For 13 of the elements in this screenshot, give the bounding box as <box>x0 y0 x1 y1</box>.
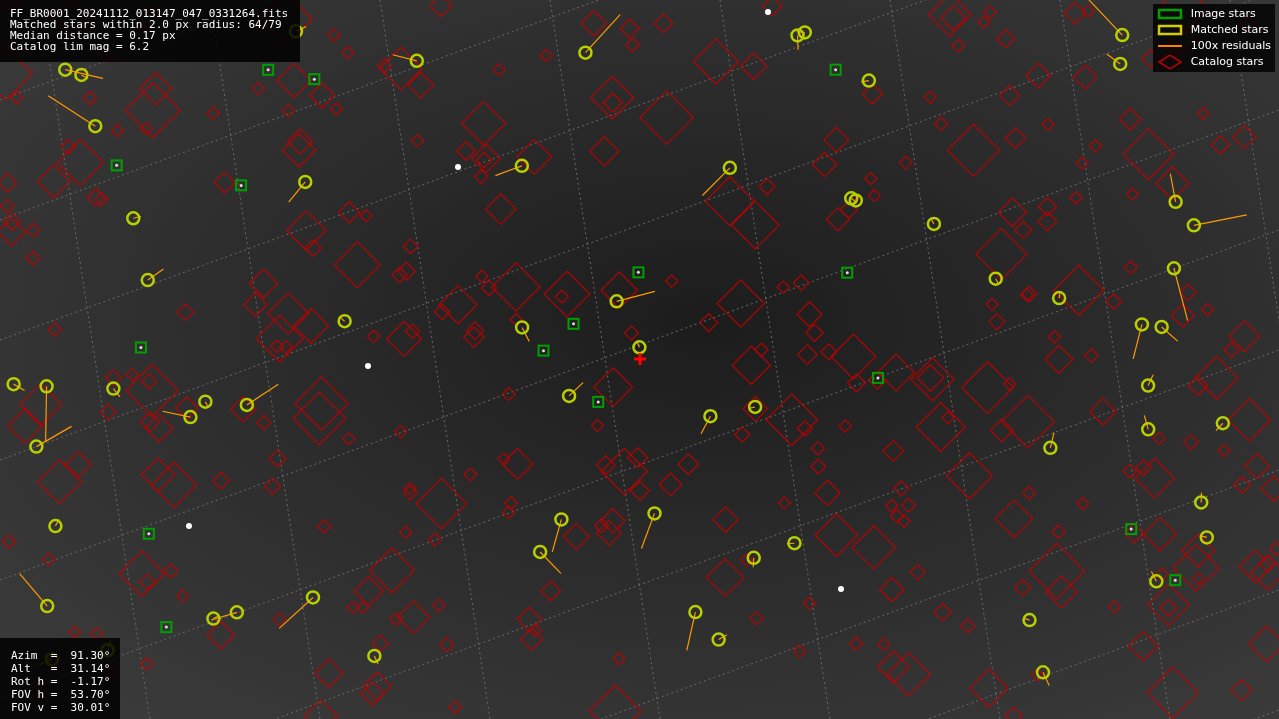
pointing-line: FOV v = 30.01° <box>11 702 111 713</box>
info-line: Median distance = 0.17 px <box>10 30 176 41</box>
legend-label: 100x residuals <box>1190 37 1271 54</box>
legend-label: Image stars <box>1190 5 1256 22</box>
info-line: Matched stars within 2.0 px radius: 64/79 <box>10 19 282 30</box>
info-line: Catalog lim mag = 6.2 <box>10 41 151 52</box>
legend-label: Matched stars <box>1190 21 1269 38</box>
pointing-line: FOV h = 53.70° <box>11 689 111 700</box>
pointing-line: Alt = 31.14° <box>11 663 111 674</box>
pointing-line: Rot h = -1.17° <box>11 676 111 687</box>
pointing-line: Azim = 91.30° <box>11 650 111 661</box>
legend-label: Catalog stars <box>1190 53 1264 70</box>
info-line: FF_BR0001_20241112_013147_047_0331264.fits <box>10 8 289 19</box>
